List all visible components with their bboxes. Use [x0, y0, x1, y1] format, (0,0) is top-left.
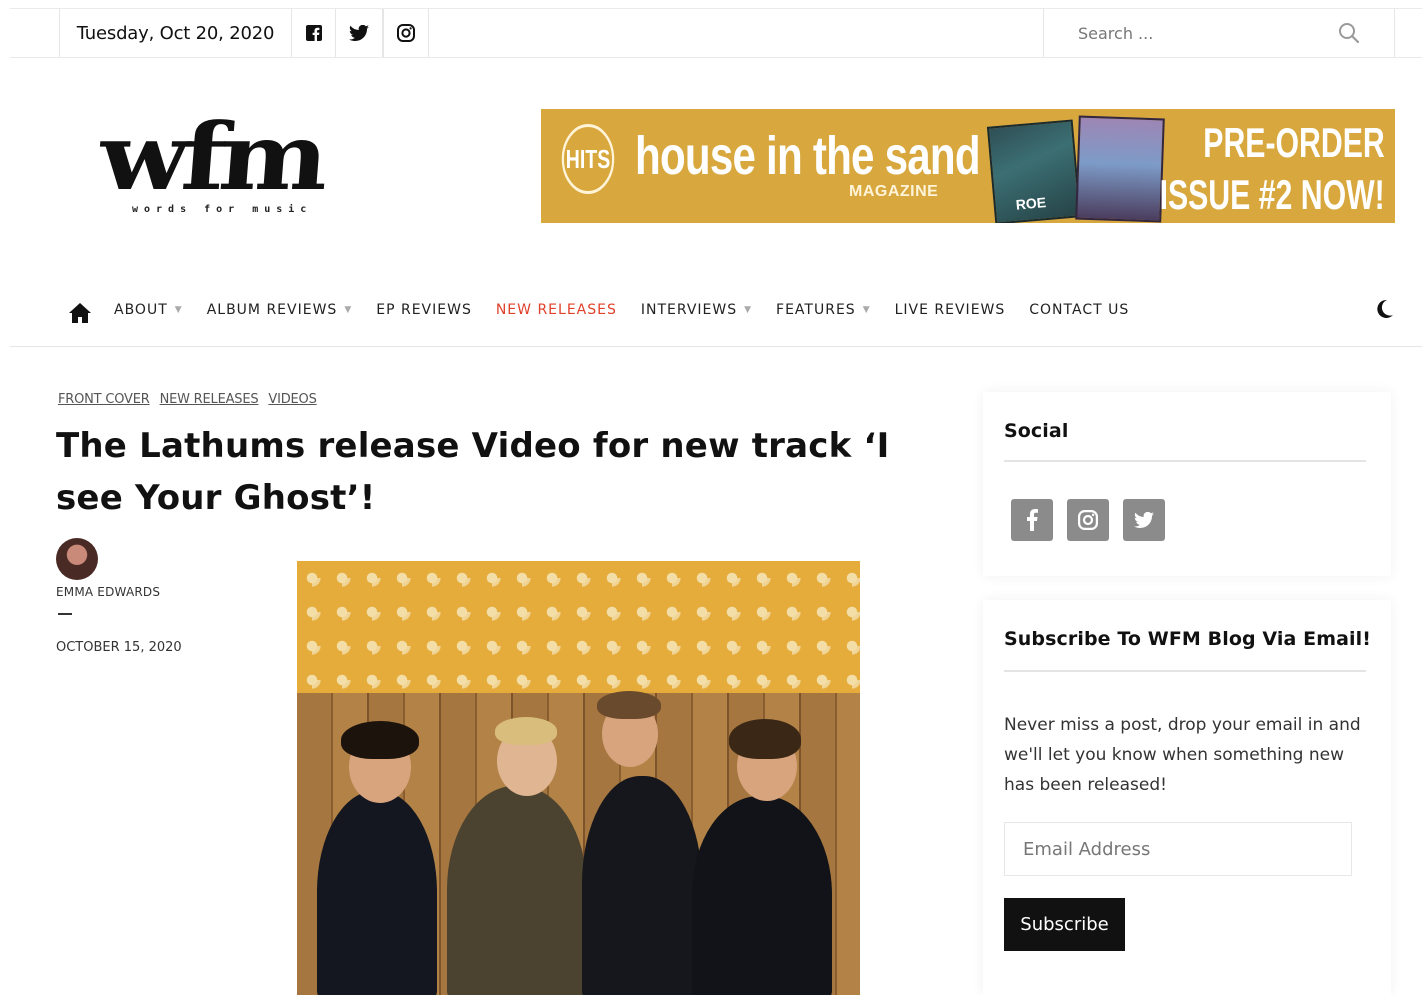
facebook-link[interactable] — [291, 9, 335, 57]
nav-item-label: LIVE REVIEWS — [894, 302, 1006, 318]
social-button-instagram[interactable] — [1067, 499, 1109, 541]
post-author[interactable]: EMMA EDWARDS — [56, 585, 160, 599]
subscribe-description: Never miss a post, drop your email in an… — [1004, 715, 1361, 795]
top-bar: Tuesday, Oct 20, 2020 — [10, 8, 1422, 58]
nav-item-album-reviews[interactable]: ALBUM REVIEWS ▼ — [207, 302, 353, 318]
nav-item-ep-reviews[interactable]: EP REVIEWS — [376, 302, 472, 318]
logo-tagline: words for music — [132, 204, 313, 215]
nav-item-label: FEATURES — [776, 302, 856, 318]
post-date: OCTOBER 15, 2020 — [56, 640, 182, 655]
twitter-link[interactable] — [335, 9, 383, 57]
widget-divider — [1004, 670, 1366, 672]
search-box — [1043, 9, 1395, 57]
search-input[interactable] — [1078, 23, 1338, 43]
band-member — [447, 786, 587, 995]
subscribe-widget: Subscribe To WFM Blog Via Email! Never m… — [983, 600, 1391, 995]
widget-divider — [1004, 460, 1366, 462]
chevron-down-icon: ▼ — [344, 305, 353, 315]
dark-mode-moon-icon[interactable] — [1372, 297, 1396, 321]
wallpaper-pattern — [297, 561, 860, 693]
instagram-link[interactable] — [383, 9, 429, 57]
nav-item-label: CONTACT US — [1029, 302, 1130, 318]
nav-item-live-reviews[interactable]: LIVE REVIEWS — [895, 302, 1006, 318]
post-title: The Lathums release Video for new track … — [56, 426, 890, 518]
category-link[interactable]: NEW RELEASES — [160, 392, 259, 407]
nav-item-about[interactable]: ABOUT ▼ — [114, 302, 183, 318]
chevron-down-icon: ▼ — [744, 305, 753, 315]
instagram-icon — [1078, 510, 1098, 530]
band-member — [582, 776, 702, 995]
main-nav: ABOUT ▼ ALBUM REVIEWS ▼ EP REVIEWS NEW REL… — [10, 285, 1422, 347]
band-member-hair — [341, 721, 419, 759]
nav-item-label: ALBUM REVIEWS — [206, 302, 338, 318]
facebook-icon — [1027, 509, 1038, 531]
widget-title: Subscribe To WFM Blog Via Email! — [1004, 628, 1372, 650]
nav-item-contact-us[interactable]: CONTACT US — [1029, 302, 1129, 318]
email-field[interactable] — [1004, 822, 1352, 876]
site-logo[interactable]: wfm words for music — [96, 103, 344, 222]
current-date: Tuesday, Oct 20, 2020 — [59, 9, 291, 57]
nav-item-features[interactable]: FEATURES ▼ — [776, 302, 871, 318]
banner-cta-line: PRE-ORDER — [1203, 119, 1385, 166]
magazine-banner-ad[interactable]: HITS house in the sand MAGAZINE ROE PRE-… — [541, 109, 1395, 223]
search-icon[interactable] — [1338, 22, 1360, 44]
chevron-down-icon: ▼ — [862, 305, 871, 315]
nav-item-label: NEW RELEASES — [495, 302, 617, 318]
social-widget: Social — [983, 392, 1391, 576]
banner-brand: house in the sand — [635, 126, 981, 186]
facebook-icon — [305, 25, 322, 41]
logo-wordmark: wfm — [95, 103, 327, 211]
author-avatar[interactable] — [56, 538, 98, 580]
band-member-hair — [729, 719, 801, 759]
social-button-twitter[interactable] — [1123, 499, 1165, 541]
category-link[interactable]: VIDEOS — [268, 392, 316, 407]
banner-badge: HITS — [561, 124, 615, 194]
nav-item-label: EP REVIEWS — [376, 302, 472, 318]
meta-divider — [58, 613, 72, 615]
band-member-hair — [597, 691, 661, 719]
band-member — [317, 791, 437, 995]
nav-item-new-releases[interactable]: NEW RELEASES — [496, 302, 617, 318]
nav-item-label: ABOUT — [114, 302, 168, 318]
instagram-icon — [397, 24, 415, 42]
twitter-icon — [1134, 512, 1154, 528]
banner-subtitle: MAGAZINE — [849, 183, 939, 200]
band-member — [692, 796, 832, 995]
featured-image — [297, 561, 860, 995]
chevron-down-icon: ▼ — [174, 305, 183, 315]
magazine-cover-image — [1075, 115, 1165, 223]
subscribe-button[interactable]: Subscribe — [1004, 898, 1125, 951]
widget-title: Social — [1004, 420, 1069, 442]
nav-item-interviews[interactable]: INTERVIEWS ▼ — [641, 302, 752, 318]
cover-label: ROE — [1015, 194, 1047, 213]
banner-cta-line: ISSUE #2 NOW! — [1159, 171, 1385, 218]
nav-item-label: INTERVIEWS — [640, 302, 738, 318]
twitter-icon — [349, 25, 369, 41]
magazine-cover-image: ROE — [986, 119, 1082, 223]
post-categories: FRONT COVER NEW RELEASES VIDEOS — [58, 392, 317, 407]
social-button-facebook[interactable] — [1011, 499, 1053, 541]
nav-menu: ABOUT ▼ ALBUM REVIEWS ▼ EP REVIEWS NEW REL… — [114, 302, 1153, 318]
category-link[interactable]: FRONT COVER — [58, 392, 150, 407]
band-member-hair — [495, 717, 557, 745]
banner-cta: PRE-ORDER ISSUE #2 NOW! — [1160, 117, 1385, 221]
home-icon[interactable] — [68, 301, 92, 325]
